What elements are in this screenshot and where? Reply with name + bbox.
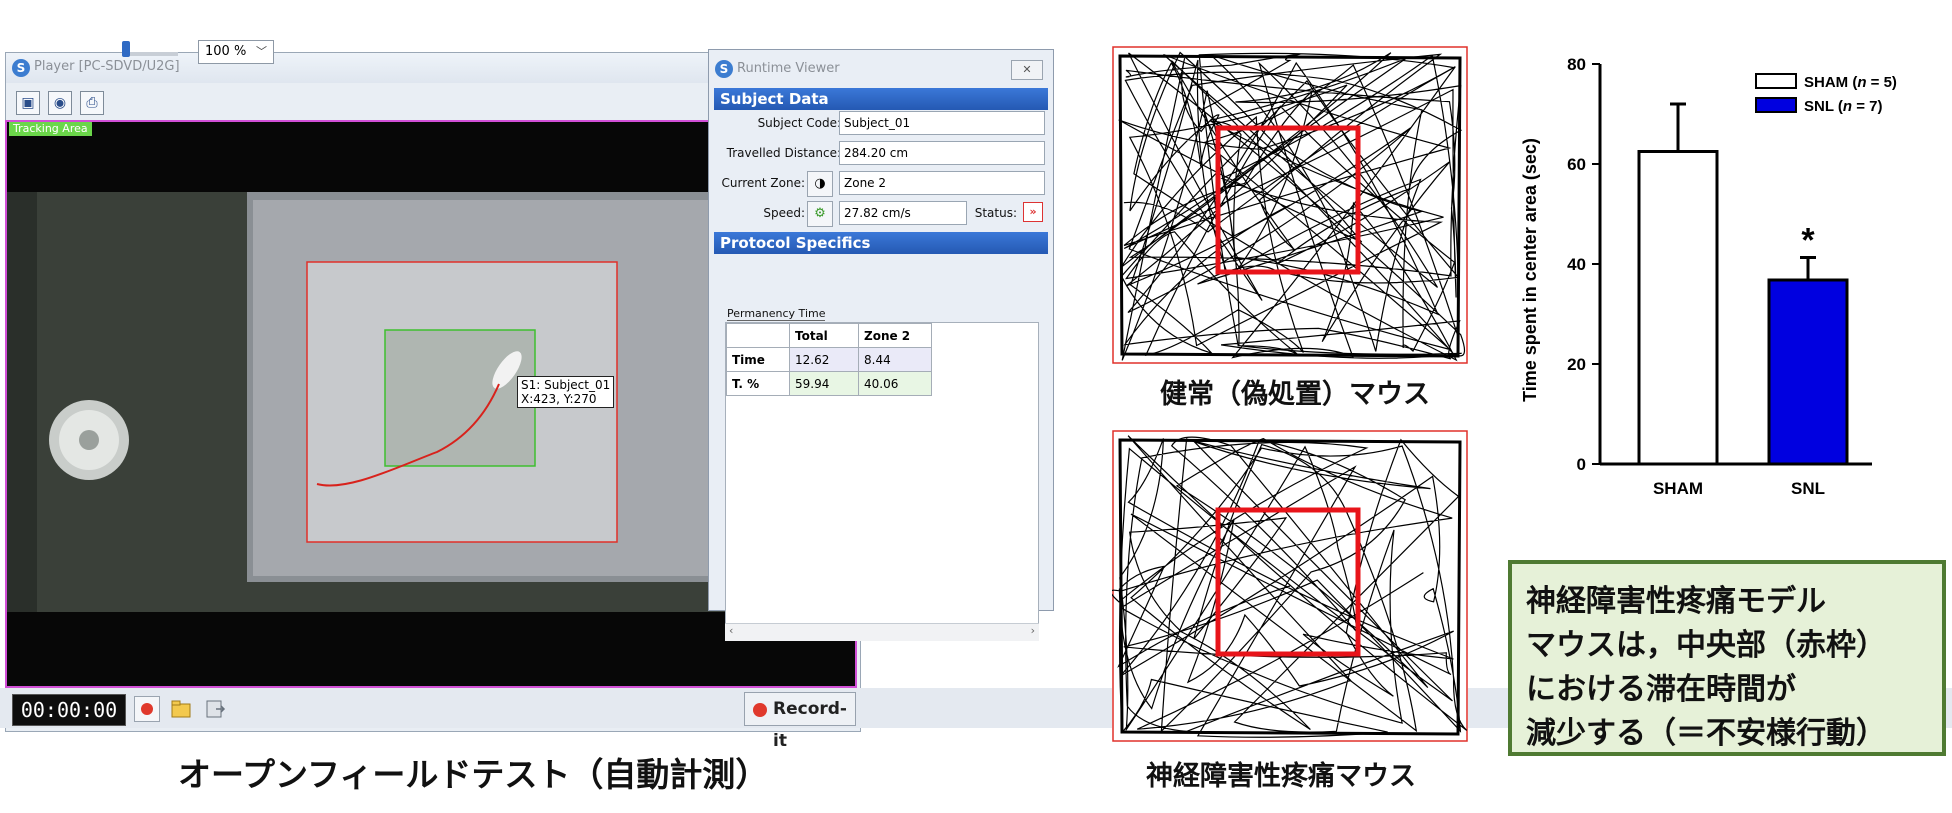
- table-header-row: Total Zone 2: [726, 323, 932, 348]
- print-icon[interactable]: ⎙: [80, 91, 104, 115]
- bar-snl: [1767, 278, 1849, 466]
- protocol-specifics-header: Protocol Specifics: [714, 232, 1048, 254]
- runtime-viewer-title: Runtime Viewer: [737, 61, 840, 76]
- status-forward-icon[interactable]: »: [1023, 202, 1043, 222]
- zoom-slider-thumb[interactable]: [122, 41, 130, 57]
- table-header-cell: [726, 323, 790, 348]
- export-button[interactable]: [202, 696, 228, 722]
- travelled-distance-field[interactable]: 284.20 cm: [839, 141, 1045, 165]
- y-tick-label: 20: [1567, 355, 1586, 374]
- close-icon[interactable]: ✕: [1011, 60, 1043, 80]
- record-icon: [141, 703, 153, 715]
- conclusion-line: 減少する（＝不安様行動）: [1526, 716, 1886, 751]
- scroll-left-icon[interactable]: ‹: [729, 624, 733, 637]
- subject-label-line1: S1: Subject_01: [521, 378, 611, 392]
- app-logo-icon: S: [715, 60, 733, 78]
- window-layout-icon[interactable]: ▣: [16, 91, 40, 115]
- table-row: Time 12.62 8.44: [726, 347, 932, 372]
- folder-icon: [171, 700, 191, 718]
- color-settings-icon[interactable]: ◉: [48, 91, 72, 115]
- export-icon: [206, 700, 226, 718]
- status-label: Status:: [974, 206, 1017, 220]
- zoom-value: 100 %: [205, 44, 247, 59]
- x-tick-label: SNL: [1791, 479, 1825, 498]
- timer-display: 00:00:00: [12, 694, 126, 726]
- conclusion-line: における滞在時間が: [1526, 672, 1796, 707]
- subject-code-field[interactable]: Subject_01: [839, 111, 1045, 135]
- conclusion-box: 神経障害性疼痛モデル マウスは，中央部（赤枠） における滞在時間が 減少する（＝…: [1508, 560, 1946, 756]
- record-button[interactable]: [134, 696, 160, 722]
- normal-mouse-caption: 健常（偽処置）マウス: [1160, 379, 1430, 410]
- table-row-label: Time: [726, 347, 790, 372]
- zone-color-icon[interactable]: ◑: [807, 171, 833, 197]
- record-it-label: Record-it: [773, 699, 847, 751]
- pain-mouse-track-image: [1112, 430, 1468, 742]
- subject-position-readout: X:423, Y:270: [521, 392, 597, 406]
- subject-position-label: S1: Subject_01 X:423, Y:270: [517, 376, 615, 408]
- open-folder-button[interactable]: [168, 696, 194, 722]
- app-logo-icon: S: [12, 59, 30, 77]
- record-it-icon: [753, 703, 767, 717]
- speed-field[interactable]: 27.82 cm/s: [839, 201, 967, 225]
- player-title: Player [PC-SDVD/U2G]: [34, 59, 180, 74]
- table-row-label: T. %: [726, 371, 790, 396]
- legend-label: SNL (n = 7): [1804, 98, 1883, 115]
- subject-code-label: Subject Code:: [757, 116, 841, 130]
- table-cell: 59.94: [789, 371, 859, 396]
- chevron-down-icon: ﹀: [256, 45, 267, 58]
- speed-label: Speed:: [763, 206, 805, 220]
- table-cell: 8.44: [858, 347, 932, 372]
- center-time-bar-chart: Time spent in center area (sec) 0 20 40 60 8…: [1500, 40, 1940, 510]
- y-tick-label: 60: [1567, 155, 1586, 174]
- record-it-button[interactable]: Record-it: [744, 692, 856, 751]
- current-zone-field[interactable]: Zone 2: [839, 171, 1045, 195]
- y-axis-label: Time spent in center area (sec): [1520, 138, 1540, 402]
- conclusion-line: マウスは，中央部（赤枠）: [1526, 628, 1886, 663]
- permanency-table: Total Zone 2 Time 12.62 8.44 T. % 59.94 …: [726, 323, 932, 396]
- pain-mouse-caption: 神経障害性疼痛マウス: [1146, 761, 1416, 792]
- subject-data-header: Subject Data: [714, 88, 1048, 110]
- x-tick-label: SHAM: [1653, 479, 1703, 498]
- permanency-table-area: Total Zone 2 Time 12.62 8.44 T. % 59.94 …: [725, 322, 1039, 640]
- scroll-right-icon[interactable]: ›: [1031, 624, 1035, 637]
- significance-marker: *: [1801, 222, 1815, 260]
- normal-mouse-track-plot: [1112, 46, 1468, 364]
- main-caption: オープンフィールドテスト（自動計測）: [178, 755, 769, 794]
- tracking-area-label: Tracking Area: [9, 122, 92, 136]
- travelled-distance-label: Travelled Distance:: [726, 146, 841, 160]
- table-header-cell: Zone 2: [858, 323, 932, 348]
- table-cell: 40.06: [858, 371, 932, 396]
- tab-permanency-time[interactable]: Permanency Time: [727, 307, 826, 321]
- legend-swatch: [1755, 73, 1797, 89]
- pain-mouse-track-plot: [1112, 430, 1468, 742]
- horizontal-scrollbar[interactable]: ‹ ›: [725, 623, 1039, 641]
- current-zone-label: Current Zone:: [721, 176, 805, 190]
- legend-swatch: [1755, 97, 1797, 113]
- table-header-cell: Total: [789, 323, 859, 348]
- legend-label: SHAM (n = 5): [1804, 74, 1897, 91]
- y-tick-label: 40: [1567, 255, 1586, 274]
- chart-canvas: Time spent in center area (sec) 0 20 40 60 8…: [1520, 55, 1897, 498]
- y-tick-label: 80: [1567, 55, 1586, 74]
- conclusion-line: 神経障害性疼痛モデル: [1526, 584, 1826, 619]
- runtime-viewer-window: S Runtime Viewer ✕ Subject Data Subject …: [708, 49, 1054, 641]
- table-row: T. % 59.94 40.06: [726, 371, 932, 396]
- y-tick-label: 0: [1577, 455, 1586, 474]
- zoom-slider-track[interactable]: [122, 52, 178, 56]
- zone-2-outline: [384, 329, 536, 467]
- zoom-select[interactable]: 100 % ﹀: [198, 40, 274, 64]
- bar-sham: [1637, 150, 1719, 466]
- table-cell: 12.62: [789, 347, 859, 372]
- gear-icon[interactable]: ⚙: [807, 201, 833, 227]
- normal-mouse-track-image: [1112, 46, 1468, 364]
